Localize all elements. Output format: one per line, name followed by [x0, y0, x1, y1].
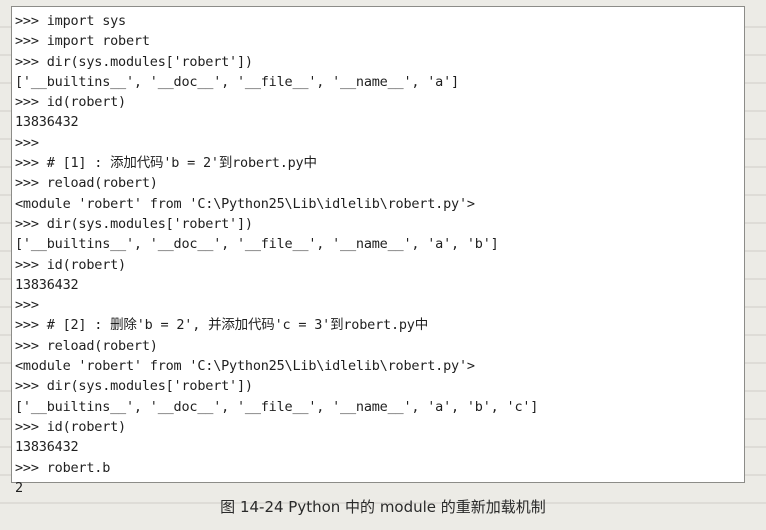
code-line: >>> reload(robert)	[15, 175, 158, 192]
code-line: >>> id(robert)	[15, 256, 126, 273]
code-line: >>> dir(sys.modules['robert'])	[15, 378, 253, 395]
code-line: <module 'robert' from 'C:\Python25\Lib\i…	[15, 358, 475, 375]
code-line: 13836432	[15, 276, 79, 293]
code-line: >>> id(robert)	[15, 418, 126, 435]
code-line: >>>	[15, 297, 39, 314]
code-line: ['__builtins__', '__doc__', '__file__', …	[15, 73, 459, 90]
code-line: >>> dir(sys.modules['robert'])	[15, 215, 253, 232]
code-line: >>> dir(sys.modules['robert'])	[15, 53, 253, 70]
code-line: 13836432	[15, 114, 79, 131]
code-line: ['__builtins__', '__doc__', '__file__', …	[15, 236, 499, 253]
code-line: >>> id(robert)	[15, 94, 126, 111]
code-line: <module 'robert' from 'C:\Python25\Lib\i…	[15, 195, 475, 212]
code-line: >>> # [1] : 添加代码'b = 2'到robert.py中	[15, 155, 317, 172]
code-lines: >>> import sys >>> import robert >>> dir…	[15, 11, 538, 498]
code-line: >>> import robert	[15, 33, 150, 50]
code-line: 13836432	[15, 439, 79, 456]
code-line: >>> import sys	[15, 13, 126, 29]
code-line: >>> # [2] : 删除'b = 2', 并添加代码'c = 3'到robe…	[15, 317, 429, 334]
figure-caption: 图 14-24 Python 中的 module 的重新加载机制	[220, 498, 546, 516]
code-line: >>> robert.b	[15, 459, 111, 476]
code-line: >>>	[15, 134, 39, 151]
code-line: >>> reload(robert)	[15, 337, 158, 354]
code-listing: >>> import sys >>> import robert >>> dir…	[11, 6, 745, 496]
code-line: ['__builtins__', '__doc__', '__file__', …	[15, 398, 539, 415]
